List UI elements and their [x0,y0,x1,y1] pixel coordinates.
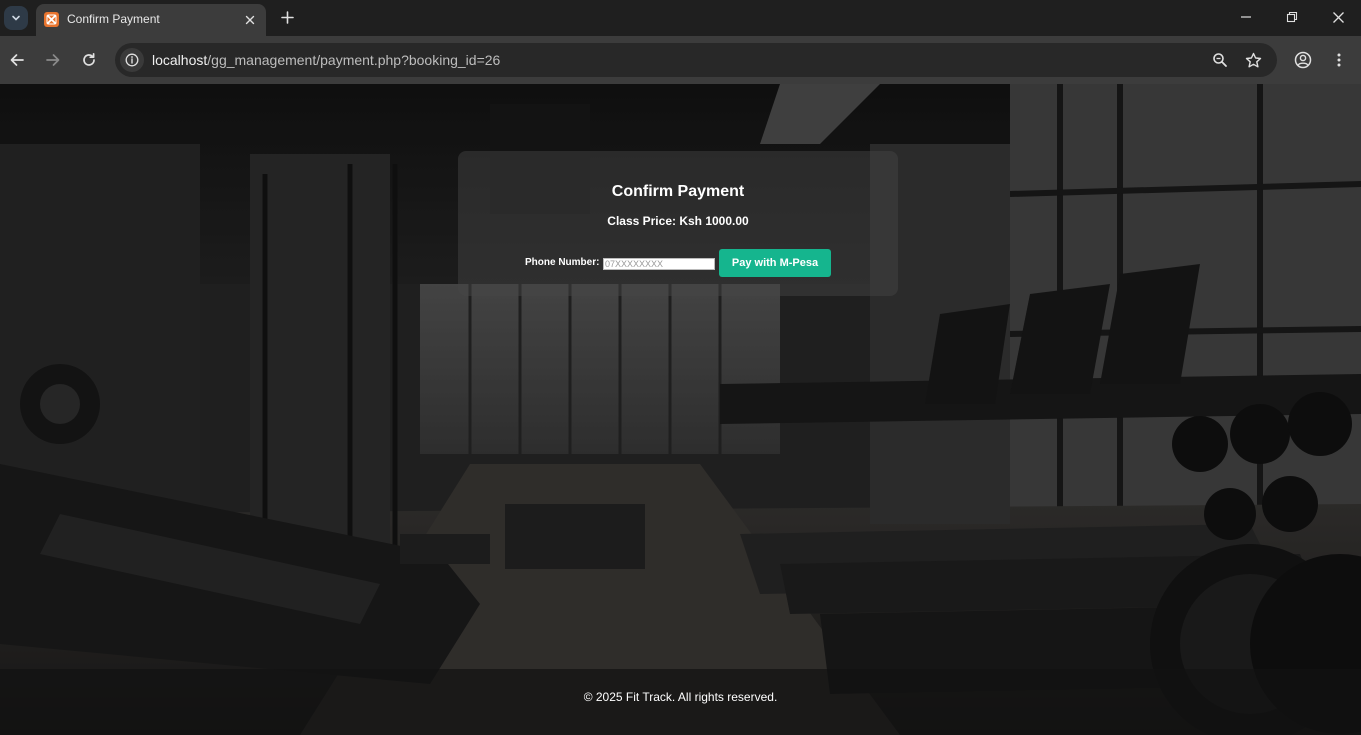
pay-with-mpesa-button[interactable]: Pay with M-Pesa [719,249,831,277]
site-info-button[interactable] [120,48,144,72]
back-button[interactable] [5,48,29,72]
close-icon [1332,11,1344,23]
url-text[interactable]: localhost/gg_management/payment.php?book… [152,52,500,68]
arrow-left-icon [10,54,24,66]
new-tab-button[interactable] [277,7,297,27]
reload-icon [83,52,95,66]
browser-tab-active[interactable]: Confirm Payment [36,4,266,36]
tab-title: Confirm Payment [67,12,160,26]
profile-icon [1294,51,1312,69]
browser-tab-bar: Confirm Payment [0,0,1361,36]
footer: © 2025 Fit Track. All rights reserved. [0,669,1361,735]
browser-toolbar: localhost/gg_management/payment.php?book… [0,36,1361,84]
phone-number-label: Phone Number: [525,257,600,268]
reload-button[interactable] [77,48,101,72]
payment-card: Confirm Payment Class Price: Ksh 1000.00… [458,151,898,296]
restore-icon [1286,11,1298,23]
star-icon [1245,52,1261,67]
minimize-button[interactable] [1232,4,1260,30]
bookmark-button[interactable] [1243,50,1263,70]
profile-button[interactable] [1291,48,1315,72]
tab-search-button[interactable] [4,6,28,30]
phone-number-input[interactable] [603,258,715,270]
xampp-icon [44,12,59,27]
kebab-menu-icon [1337,53,1341,67]
address-bar[interactable]: localhost/gg_management/payment.php?book… [115,43,1277,77]
arrow-right-icon [46,54,60,66]
chevron-down-icon [12,15,20,21]
zoom-button[interactable] [1210,50,1230,70]
close-icon [245,15,255,25]
forward-button[interactable] [41,48,65,72]
close-window-button[interactable] [1324,4,1352,30]
restore-button[interactable] [1278,4,1306,30]
minimize-icon [1241,16,1251,18]
info-icon [125,53,139,67]
payment-title: Confirm Payment [611,183,745,200]
tab-close-button[interactable] [242,12,258,28]
zoom-icon [1213,53,1227,67]
url-path: /gg_management/payment.php?booking_id=26 [207,52,501,68]
browser-menu-button[interactable] [1327,48,1351,72]
class-price: Class Price: Ksh 1000.00 [607,214,749,228]
page-viewport: Confirm Payment Class Price: Ksh 1000.00… [0,84,1361,735]
footer-copyright: © 2025 Fit Track. All rights reserved. [583,690,778,704]
url-host: localhost [152,52,208,68]
plus-icon [280,10,294,24]
